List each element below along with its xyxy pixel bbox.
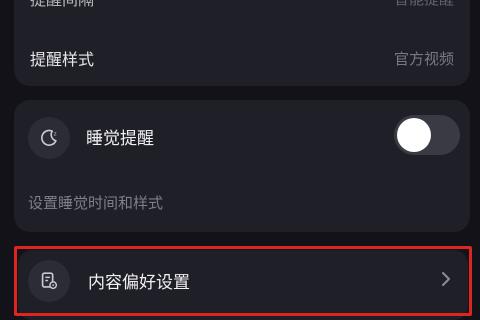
sleep-reminder-title: 睡觉提醒 <box>86 129 154 149</box>
reminder-settings-card: 提醒间隔 智能提醒 提醒样式 官方视频 <box>14 0 470 86</box>
reminder-style-value: 官方视频 <box>393 49 454 68</box>
reminder-style-row[interactable]: 提醒样式 官方视频 <box>14 42 470 74</box>
sleep-reminder-card: z 睡觉提醒 设置睡觉时间和样式 <box>14 100 470 232</box>
toggle-knob <box>397 118 431 152</box>
highlight-annotation-box <box>14 246 472 316</box>
reminder-interval-value: 智能提醒 <box>394 0 454 9</box>
moon-icon: z <box>28 117 70 159</box>
reminder-interval-row[interactable]: 提醒间隔 智能提醒 <box>14 0 470 10</box>
reminder-interval-label: 提醒间隔 <box>30 0 94 10</box>
reminder-style-label: 提醒样式 <box>30 50 95 69</box>
sleep-time-style-link[interactable]: 设置睡觉时间和样式 <box>28 192 163 213</box>
svg-text:z: z <box>54 131 57 137</box>
sleep-reminder-toggle[interactable] <box>394 115 460 155</box>
